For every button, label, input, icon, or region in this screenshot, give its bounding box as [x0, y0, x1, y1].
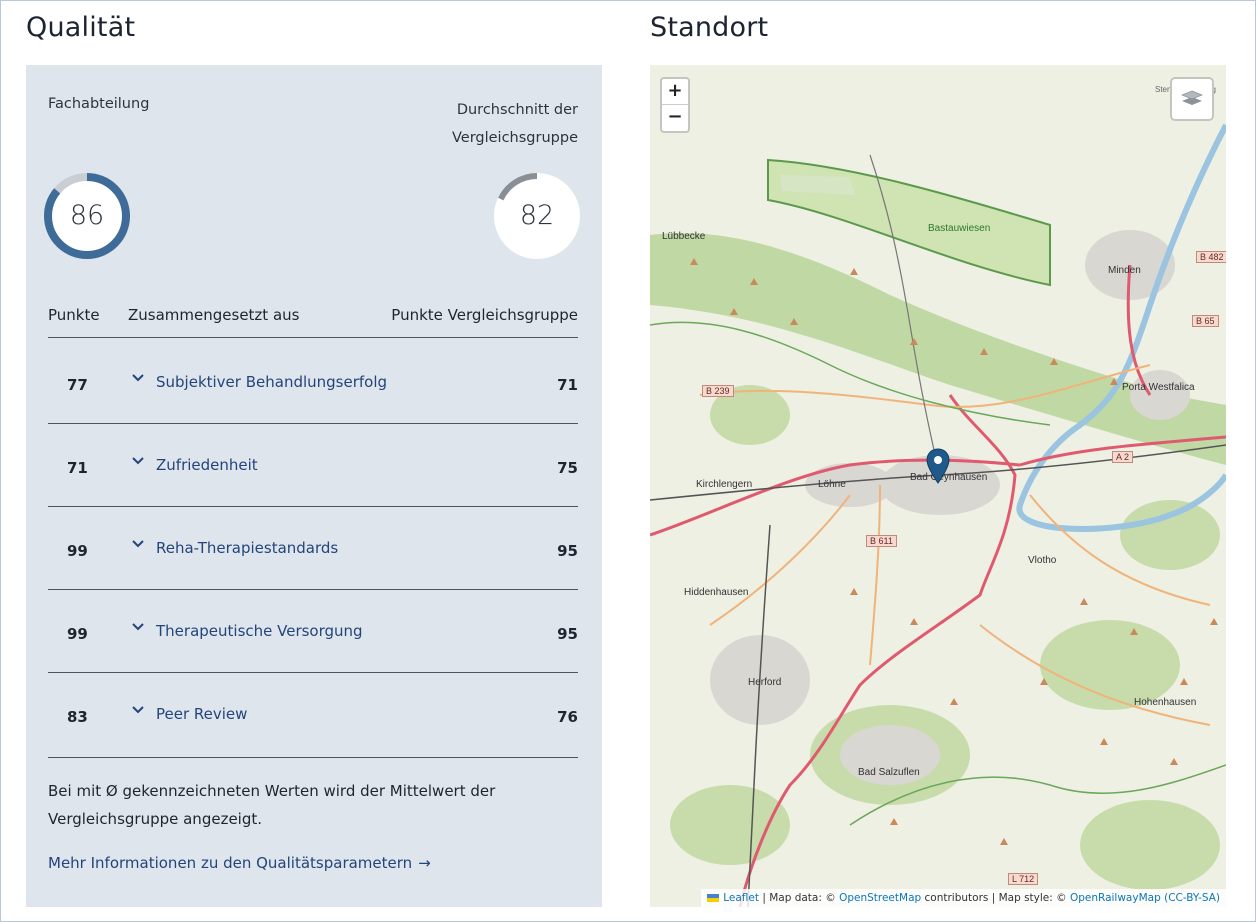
- zoom-control: + −: [660, 77, 690, 133]
- chevron-down-icon[interactable]: [132, 456, 144, 466]
- place-label: Minden: [1108, 265, 1141, 276]
- location-title: Standort: [650, 12, 769, 43]
- row-group-points: 71: [557, 376, 578, 394]
- quality-title: Qualität: [26, 12, 136, 43]
- column-header-group-points: Punkte Vergleichsgruppe: [391, 306, 578, 324]
- road-shield: B 482: [1196, 251, 1226, 263]
- attribution-text: contributors | Map style: ©: [921, 892, 1070, 904]
- osm-link[interactable]: OpenStreetMap: [839, 892, 921, 904]
- layers-button[interactable]: [1170, 77, 1214, 121]
- comparison-group-label-line1: Durchschnitt der: [456, 102, 578, 118]
- row-toggle[interactable]: Reha-Therapiestandards: [156, 507, 338, 590]
- row-group-points: 75: [557, 459, 578, 477]
- arrow-right-icon: →: [418, 854, 431, 872]
- more-info-link[interactable]: Mehr Informationen zu den Qualitätsparam…: [48, 854, 431, 872]
- road-shield: L 712: [1008, 873, 1039, 885]
- chevron-down-icon[interactable]: [132, 622, 144, 632]
- divider: [48, 757, 578, 758]
- department-score-ring: 86: [42, 171, 132, 261]
- row-points: 77: [67, 376, 88, 394]
- row-points: 83: [67, 708, 88, 726]
- quality-row: 99 Therapeutische Versorgung 95: [48, 590, 578, 673]
- place-label: Porta Westfalica: [1122, 382, 1195, 393]
- place-label: Lübbecke: [662, 231, 706, 242]
- row-points: 99: [67, 625, 88, 643]
- row-toggle[interactable]: Zufriedenheit: [156, 424, 258, 507]
- group-score-ring: 82: [492, 171, 582, 261]
- chevron-down-icon[interactable]: [132, 705, 144, 715]
- row-group-points: 76: [557, 708, 578, 726]
- license-link[interactable]: (CC-BY-SA): [1164, 892, 1220, 904]
- column-header-composed: Zusammengesetzt aus: [128, 306, 300, 324]
- leaflet-link[interactable]: Leaflet: [723, 892, 759, 904]
- location-map[interactable]: Lübbecke Minden Bastauwiesen Porta Westf…: [650, 65, 1226, 907]
- road-shield: A 2: [1112, 451, 1134, 463]
- zoom-in-icon[interactable]: +: [662, 79, 688, 105]
- comparison-group-label-line2: Vergleichsgruppe: [451, 130, 578, 146]
- department-score-value: 86: [69, 200, 105, 231]
- quality-row: 83 Peer Review 76: [48, 673, 578, 756]
- group-score-value: 82: [519, 200, 555, 231]
- department-label: Fachabteilung: [48, 96, 150, 112]
- quality-row: 71 Zufriedenheit 75: [48, 424, 578, 507]
- quality-row: 77 Subjektiver Behandlungserfolg 71: [48, 341, 578, 424]
- quality-row: 99 Reha-Therapiestandards 95: [48, 507, 578, 590]
- place-label: Kirchlengern: [696, 479, 753, 490]
- row-points: 71: [67, 459, 88, 477]
- chevron-down-icon[interactable]: [132, 373, 144, 383]
- row-toggle[interactable]: Therapeutische Versorgung: [156, 590, 363, 673]
- more-info-link-label: Mehr Informationen zu den Qualitätsparam…: [48, 854, 413, 872]
- map-attribution: Leaflet | Map data: © OpenStreetMap cont…: [701, 889, 1226, 907]
- mean-value-note: Bei mit Ø gekennzeichneten Werten wird d…: [48, 782, 496, 828]
- map-marker-icon[interactable]: [926, 448, 950, 484]
- layers-icon: [1181, 90, 1203, 105]
- row-group-points: 95: [557, 542, 578, 560]
- place-label: Bastauwiesen: [928, 223, 991, 234]
- place-label: Hiddenhausen: [684, 587, 749, 598]
- row-group-points: 95: [557, 625, 578, 643]
- quality-panel: Fachabteilung Durchschnitt der Vergleich…: [26, 65, 602, 907]
- road-shield: B 65: [1192, 315, 1219, 327]
- row-toggle[interactable]: Subjektiver Behandlungserfolg: [156, 341, 387, 424]
- place-label: Hohenhausen: [1134, 697, 1197, 708]
- attribution-text: | Map data: ©: [758, 892, 840, 904]
- divider: [48, 337, 578, 338]
- road-shield: B 239: [702, 385, 734, 397]
- row-toggle[interactable]: Peer Review: [156, 673, 247, 756]
- chevron-down-icon[interactable]: [132, 539, 144, 549]
- place-label: Vlotho: [1028, 555, 1057, 566]
- column-header-points: Punkte: [48, 306, 100, 324]
- place-label: Herford: [748, 677, 782, 688]
- ukraine-flag-icon: [707, 894, 720, 902]
- road-shield: B 611: [866, 535, 897, 547]
- place-label: Bad Salzuflen: [858, 767, 920, 778]
- row-points: 99: [67, 542, 88, 560]
- place-label: Löhne: [818, 479, 846, 490]
- zoom-out-icon[interactable]: −: [662, 105, 688, 131]
- openrailwaymap-link[interactable]: OpenRailwayMap: [1070, 892, 1161, 904]
- comparison-group-label: Durchschnitt der Vergleichsgruppe: [452, 96, 578, 152]
